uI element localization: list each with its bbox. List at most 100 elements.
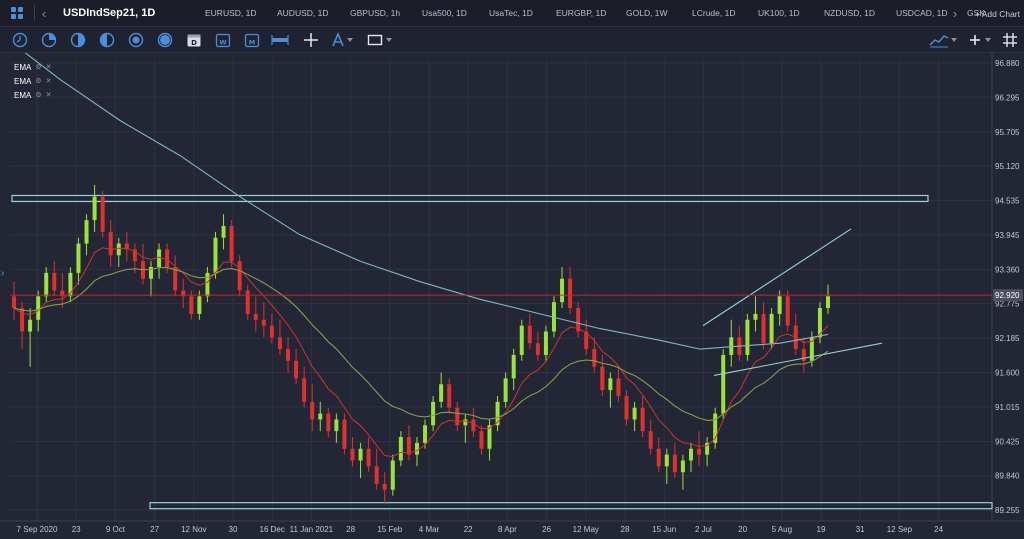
x-tick-label: 4 Mar [419,525,440,534]
tab-symbol[interactable]: NZDUSD, 1D [812,0,884,27]
candle-body [366,448,371,467]
candle-body [785,296,790,326]
candle-body [197,296,202,314]
session-icon[interactable] [98,31,116,49]
svg-text:M: M [249,39,255,47]
y-tick-label: 95.120 [995,162,1020,171]
tab-symbol[interactable]: GBPUSD, 1h [338,0,410,27]
candle-body [12,296,16,309]
candle-body [245,290,250,314]
rectangle-tool-icon[interactable] [366,31,384,49]
tab-symbol[interactable]: UK100, 1D [746,0,812,27]
chart-type-icon[interactable] [928,31,950,49]
grid-icon[interactable] [1001,31,1019,49]
tab-symbol[interactable]: EURGBP, 1D [544,0,614,27]
range-icon[interactable] [271,31,289,49]
crosshair-icon[interactable] [302,31,320,49]
chevron-left-icon[interactable]: ‹ [35,0,53,27]
x-tick-label: 22 [464,525,473,534]
candle-body [745,319,750,355]
candle-body [519,325,524,355]
candle-body [261,319,266,326]
candle-body [326,413,331,432]
chart-canvas[interactable]: 96.880 96.295 95.705 95.120 94.535 93.945 93.3… [0,53,1024,539]
settings-icon[interactable]: ⚙ [35,63,41,71]
symbol-tabs: EURUSD, 1D AUDUSD, 1D GBPUSD, 1h Usa500,… [193,0,985,27]
candle-body [157,249,162,268]
candle-body [697,448,702,455]
candle-body [221,225,226,238]
candle-body [455,407,460,426]
price-chart[interactable]: 96.880 96.295 95.705 95.120 94.535 93.945 93.3… [0,53,1024,539]
candle-body [592,349,597,367]
candle-body [600,366,605,391]
month-icon[interactable]: M [243,31,261,49]
chevron-right-icon[interactable]: › [946,0,964,27]
candle-body [342,419,347,449]
settings-icon[interactable]: ⚙ [35,91,41,99]
close-icon[interactable]: ✕ [46,91,52,99]
x-tick-label: 28 [346,525,355,534]
tab-symbol[interactable]: Usa500, 1D [410,0,477,27]
chevron-right-icon[interactable]: › [1,268,4,279]
y-tick-label: 89.840 [995,472,1020,481]
candle-body [761,313,766,344]
y-tick-label: 96.295 [995,93,1020,102]
x-tick-label: 27 [150,525,159,534]
tab-symbol[interactable]: GOLD, 1W [614,0,680,27]
tab-symbol[interactable]: UsaTec, 1D [477,0,544,27]
x-tick-label: 8 Apr [498,525,517,534]
candle-body [253,313,258,320]
y-tick-label: 89.255 [995,506,1020,515]
settings-icon[interactable]: ⚙ [35,77,41,85]
clock-icon[interactable] [11,31,29,49]
legend-item[interactable]: EMA ⚙ ✕ [14,88,52,102]
x-tick-label: 15 Feb [377,525,402,534]
candle-body [439,384,444,402]
candle-body [390,460,395,490]
settings-icon[interactable] [966,31,984,49]
chevron-down-icon[interactable] [384,31,394,49]
target-icon[interactable] [156,31,174,49]
layout-grid-icon[interactable] [0,0,34,27]
candle-body [294,360,299,379]
candle-body [84,220,89,244]
day-icon[interactable]: D [185,31,203,49]
close-icon[interactable]: ✕ [46,77,52,85]
chevron-down-icon[interactable] [345,31,355,49]
chevron-down-icon[interactable] [949,31,959,49]
y-tick-label: 93.945 [995,231,1020,240]
period-icon[interactable] [69,31,87,49]
x-tick-label: 7 Sep 2020 [17,525,58,534]
candle-body [688,448,693,461]
cycle-icon[interactable] [127,31,145,49]
candle-body [229,225,234,262]
timeframe-icon[interactable] [40,31,58,49]
tab-symbol[interactable]: AUDUSD, 1D [265,0,338,27]
x-tick-label: 30 [229,525,238,534]
candle-body [334,419,339,432]
candle-body [487,425,492,449]
candle-body [277,337,282,350]
legend-item[interactable]: EMA ⚙ ✕ [14,74,52,88]
candle-body [672,454,677,473]
x-tick-label: 11 Jan 2021 [290,525,334,534]
chevron-down-icon[interactable] [983,31,993,49]
candle-body [318,413,323,420]
x-tick-label: 12 May [573,525,599,534]
candle-body [632,407,637,420]
candle-body [76,243,81,273]
candle-body [286,349,291,361]
add-chart-button[interactable]: + Add Chart [975,0,1020,27]
tab-symbol[interactable]: USDCAD, 1D [884,0,955,27]
tab-symbol[interactable]: EURUSD, 1D [193,0,265,27]
candle-body [358,448,363,461]
candle-body [269,325,274,338]
legend-item[interactable]: EMA ⚙ ✕ [14,60,52,74]
week-icon[interactable]: W [214,31,232,49]
close-icon[interactable]: ✕ [46,63,52,71]
tab-symbol[interactable]: LCrude, 1D [680,0,746,27]
current-price-label: 92.920 [995,291,1020,300]
tab-active-symbol[interactable]: USDIndSep21, 1D [53,0,193,27]
y-tick-label: 92.185 [995,334,1020,343]
